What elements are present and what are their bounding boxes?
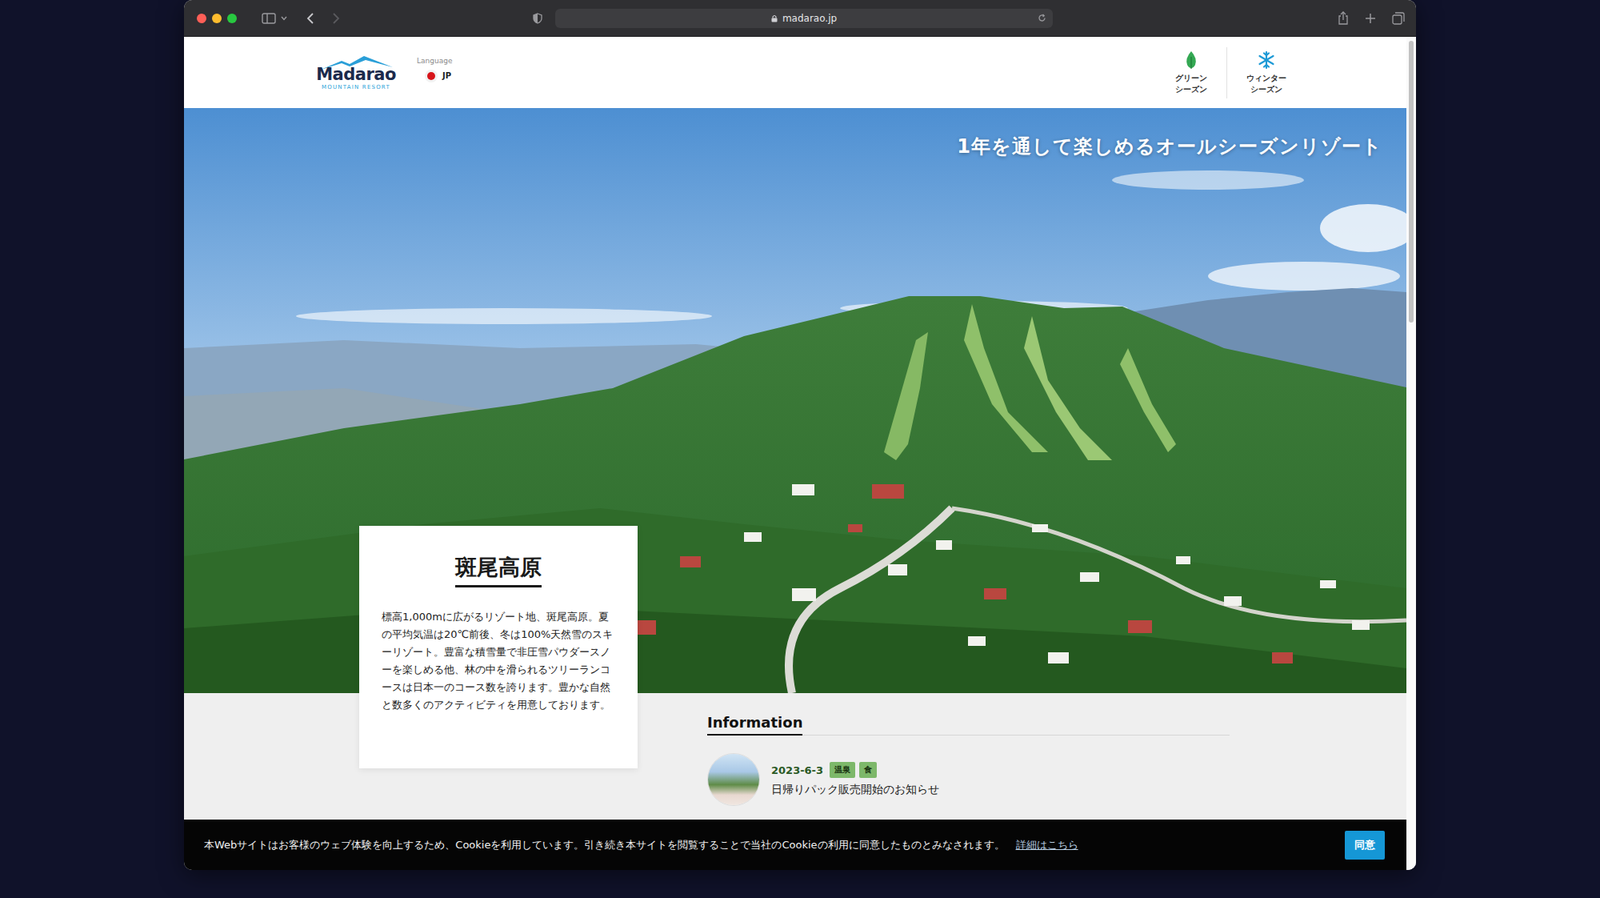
intro-text: 標高1,000mに広がるリゾート地、斑尾高原。夏の平均気温は20℃前後、冬は10…: [381, 608, 616, 714]
site-logo[interactable]: MadaraoMOUNTAIN RESORT: [306, 54, 406, 91]
information-heading: Information: [707, 713, 803, 736]
cookie-details-link[interactable]: 詳細はこちら: [1016, 838, 1079, 851]
hero-tagline: 1年を通して楽しめるオールシーズンリゾート: [956, 133, 1383, 160]
intro-title: 斑尾高原: [455, 552, 542, 588]
address-bar[interactable]: madarao.jp: [555, 8, 1053, 28]
scrollbar[interactable]: [1406, 36, 1416, 870]
sidebar-icon[interactable]: [261, 12, 276, 24]
news-item[interactable]: 2023-6-3 温泉食日帰りパック販売開始のお知らせ: [707, 752, 1230, 806]
snowflake-icon: [1257, 50, 1276, 70]
cookie-text: 本Webサイトはお客様のウェブ体験を向上するため、Cookieを利用しています。…: [204, 837, 1336, 852]
zoom-button[interactable]: [227, 13, 237, 24]
news-tag: 温泉: [829, 761, 856, 778]
season-link[interactable]: ウィンターシーズン: [1230, 45, 1303, 100]
site-header: MadaraoMOUNTAIN RESORT LanguageJP グリーンシーズン…: [184, 36, 1407, 108]
cookie-agree-button[interactable]: 同意: [1344, 830, 1385, 860]
back-arrow-icon[interactable]: [306, 12, 315, 25]
lock-icon: [771, 14, 778, 23]
news-tag: 食: [859, 761, 877, 778]
reload-icon[interactable]: [1037, 13, 1047, 23]
intro-card: 斑尾高原標高1,000mに広がるリゾート地、斑尾高原。夏の平均気温は20℃前後、…: [359, 525, 638, 768]
minimize-button[interactable]: [212, 13, 222, 24]
cookie-banner: 本Webサイトはお客様のウェブ体験を向上するため、Cookieを利用しています。…: [184, 819, 1407, 870]
news-thumbnail: [707, 752, 760, 806]
url-text: madarao.jp: [782, 12, 837, 24]
leaf-icon: [1184, 50, 1199, 70]
season-link[interactable]: グリーンシーズン: [1159, 45, 1224, 100]
news-date: 2023-6-3: [771, 764, 824, 776]
web-page: MadaraoMOUNTAIN RESORT LanguageJP グリーンシーズン…: [184, 36, 1416, 870]
language-selector[interactable]: LanguageJP: [416, 56, 452, 83]
forward-arrow-icon[interactable]: [332, 12, 340, 25]
japan-flag-icon: [424, 69, 438, 83]
scrollbar-thumb[interactable]: [1408, 40, 1414, 323]
browser-toolbar: madarao.jp: [184, 0, 1416, 37]
new-tab-icon[interactable]: [1364, 12, 1376, 24]
season-nav: グリーンシーズンウィンターシーズン: [1159, 45, 1303, 100]
browser-window: madarao.jp MadaraoMOUNTAIN RESORT Language…: [184, 0, 1416, 870]
tab-overview-icon[interactable]: [1392, 12, 1405, 25]
news-title: 日帰りパック販売開始のお知らせ: [771, 782, 940, 797]
close-button[interactable]: [196, 13, 207, 24]
privacy-shield-icon[interactable]: [532, 12, 543, 24]
chevron-down-icon[interactable]: [280, 16, 288, 21]
share-icon[interactable]: [1337, 11, 1349, 25]
desktop: madarao.jp MadaraoMOUNTAIN RESORT Language…: [0, 0, 1600, 898]
season-divider: [1226, 47, 1228, 99]
